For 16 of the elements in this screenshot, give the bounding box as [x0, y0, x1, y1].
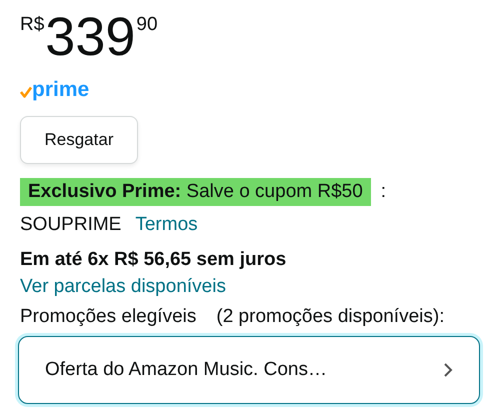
chevron-right-icon	[443, 362, 453, 378]
price-whole: 339	[45, 6, 136, 68]
coupon-code: SOUPRIME	[20, 213, 122, 237]
installments-link[interactable]: Ver parcelas disponíveis	[20, 274, 482, 300]
installments-text: Em até 6x R$ 56,65 sem juros	[20, 248, 288, 272]
coupon-highlight: Exclusivo Prime: Salve o cupom R$50	[20, 178, 371, 206]
promotion-selector[interactable]: Oferta do Amazon Music. Cons…	[18, 336, 480, 404]
promotions-label: Promoções elegíveis	[20, 305, 196, 329]
price-cents: 90	[136, 14, 158, 36]
redeem-button[interactable]: Resgatar	[20, 116, 138, 164]
check-icon	[20, 86, 32, 98]
currency-symbol: R$	[20, 14, 44, 36]
colon: :	[380, 181, 386, 203]
prime-logo: prime	[32, 79, 90, 101]
promotions-count: (2 promoções disponíveis):	[216, 305, 444, 329]
terms-link[interactable]: Termos	[135, 212, 198, 238]
